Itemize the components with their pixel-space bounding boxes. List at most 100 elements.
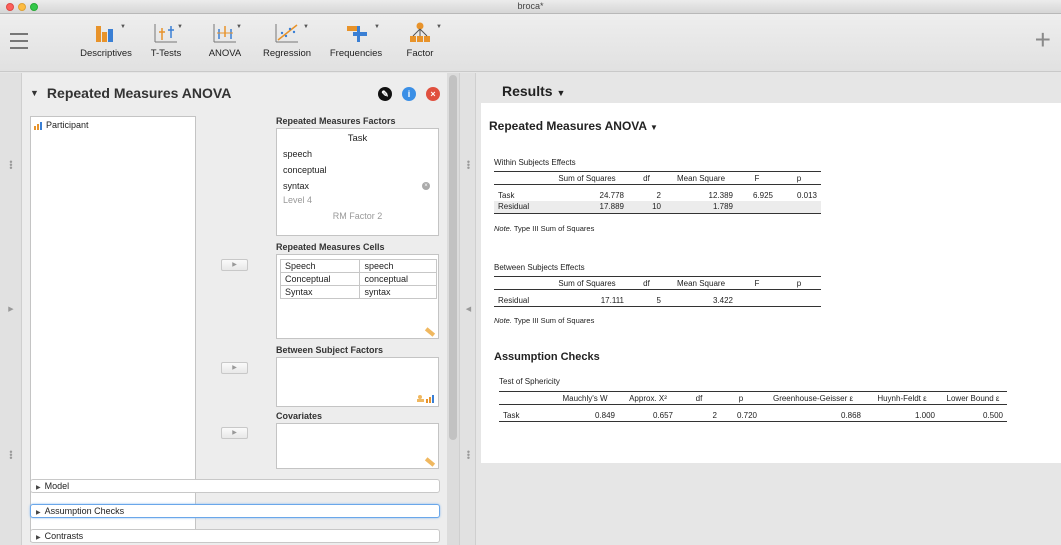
drag-handle-icon[interactable]: • • • [0, 448, 22, 463]
info-icon[interactable]: i [402, 87, 416, 101]
table-row: Conceptual conceptual [279, 272, 437, 286]
results-title: Results [502, 83, 553, 99]
scrollbar-thumb[interactable] [449, 75, 457, 440]
factor-icon [410, 22, 430, 42]
add-module-icon[interactable]: + [1035, 26, 1051, 54]
column-header: F [737, 276, 777, 290]
table-cell: 12.389 [708, 191, 733, 200]
table-row: Speech speech [279, 259, 437, 273]
chevron-down-icon: ▼ [236, 24, 242, 30]
table-cell [737, 289, 777, 307]
rm-factor-name[interactable]: Task [277, 133, 438, 144]
table-cell: 1.000 [865, 404, 939, 422]
rm-cell-variable[interactable]: Conceptual [279, 272, 361, 286]
analysis-header[interactable]: ▼ Repeated Measures ANOVA [30, 85, 231, 101]
nominal-variable-icon [34, 121, 42, 130]
anova-button[interactable]: ANOVA ▼ [205, 18, 245, 68]
note-text: Type III Sum of Squares [513, 224, 595, 233]
options-scrollbar[interactable] [447, 73, 459, 545]
move-to-between-button[interactable]: ▶ [221, 362, 248, 374]
new-level-placeholder[interactable]: Level 4 [283, 195, 312, 205]
results-analysis-title[interactable]: Repeated Measures ANOVA ▼ [489, 119, 658, 133]
column-header: Approx. Χ² [619, 391, 677, 405]
frequencies-label: Frequencies [329, 48, 383, 59]
table-cell: 10 [628, 201, 665, 214]
table-caption: Within Subjects Effects [494, 158, 576, 167]
column-header: F [737, 171, 777, 185]
assumption-checks-title: Assumption Checks [494, 351, 600, 363]
factor-label: Factor [406, 48, 434, 59]
regression-button[interactable]: Regression ▼ [259, 18, 315, 68]
rm-cells-table: Speech speech Conceptual conceptual Synt… [279, 259, 437, 299]
edit-icon[interactable]: ✎ [378, 87, 392, 101]
column-header: p [721, 391, 761, 405]
table-cell [737, 201, 777, 214]
menu-icon[interactable] [10, 33, 28, 49]
expand-triangle-icon: ▶ [36, 485, 41, 491]
ttests-button[interactable]: T-Tests ▼ [144, 18, 188, 68]
column-header: Greenhouse-Geisser ε [761, 391, 865, 405]
table-row: Task 24.778 2 12.389 6.925 0.013 [494, 185, 821, 202]
section-label: Model [44, 481, 70, 491]
chevron-down-icon: ▼ [374, 24, 380, 30]
move-to-rm-cells-button[interactable]: ▶ [221, 259, 248, 271]
table-cell: 0.720 [721, 404, 761, 422]
column-header: df [628, 276, 665, 290]
rm-cell-variable[interactable]: Speech [279, 259, 361, 273]
rm-cell-variable[interactable]: Syntax [279, 285, 361, 299]
section-label: Contrasts [44, 531, 84, 541]
table-caption: Test of Sphericity [499, 377, 560, 386]
drag-handle-icon[interactable]: • • • [460, 448, 477, 463]
rm-level[interactable]: speech [283, 149, 312, 159]
note-label: Note. [494, 316, 512, 325]
rm-level[interactable]: syntax [283, 181, 309, 191]
remove-level-icon[interactable]: × [422, 182, 430, 190]
close-icon[interactable]: × [426, 87, 440, 101]
anova-label: ANOVA [208, 48, 242, 59]
between-subjects-table: Sum of Squares df Mean Square F p Residu… [494, 276, 821, 307]
factor-button[interactable]: Factor ▼ [398, 18, 442, 68]
column-header: Huynh-Feldt ε [865, 391, 939, 405]
table-cell: 17.111 [546, 289, 628, 307]
table-cell: 0.013 [796, 191, 817, 200]
regression-icon [275, 24, 298, 43]
section-label: Assumption Checks [44, 506, 125, 516]
column-header: Sum of Squares [546, 171, 628, 185]
chevron-down-icon: ▼ [177, 24, 183, 30]
scale-variable-icon [424, 327, 436, 337]
frequencies-button[interactable]: Frequencies ▼ [325, 18, 387, 68]
collapse-triangle-icon[interactable]: ▼ [30, 88, 39, 98]
splitter[interactable]: • • • ◀ • • • [459, 73, 476, 545]
analysis-options-pane: • • • ▶ • • • ▼ Repeated Measures ANOVA ✎ i ×… [0, 73, 476, 545]
rm-cell-level: speech [359, 259, 437, 273]
scale-variable-icon [424, 457, 436, 467]
descriptives-button[interactable]: Descriptives ▼ [74, 18, 138, 68]
table-cell: 0.657 [619, 404, 677, 422]
rm-cell-level: conceptual [359, 272, 437, 286]
results-menu[interactable]: Results ▼ [502, 83, 565, 99]
rm-cell-level: syntax [359, 285, 437, 299]
frequencies-icon [347, 26, 367, 42]
chevron-down-icon: ▼ [436, 24, 442, 30]
table-cell: 2 [656, 191, 661, 200]
table-note: Note. Type III Sum of Squares [494, 316, 594, 325]
rm-level[interactable]: conceptual [283, 165, 327, 175]
contrasts-section[interactable]: ▶ Contrasts [30, 529, 440, 543]
descriptives-label: Descriptives [80, 48, 132, 59]
between-factors-box[interactable] [276, 357, 439, 407]
drag-handle-icon[interactable]: • • • [0, 158, 22, 173]
collapse-left-icon[interactable]: ◀ [460, 305, 477, 313]
column-header: Mean Square [665, 171, 737, 185]
column-header: Sum of Squares [546, 276, 628, 290]
drag-handle-icon[interactable]: • • • [460, 158, 477, 173]
ttests-label: T-Tests [150, 48, 182, 59]
rm-cells-box[interactable]: Speech speech Conceptual conceptual Synt… [276, 254, 439, 339]
expand-left-icon[interactable]: ▶ [0, 305, 22, 313]
covariates-box[interactable] [276, 423, 439, 469]
nominal-ordinal-icon [417, 395, 434, 403]
move-to-covariates-button[interactable]: ▶ [221, 427, 248, 439]
list-item[interactable]: Participant [34, 120, 89, 130]
model-section[interactable]: ▶ Model [30, 479, 440, 493]
assumption-checks-section[interactable]: ▶ Assumption Checks [30, 504, 440, 518]
new-factor-placeholder[interactable]: RM Factor 2 [277, 211, 438, 221]
